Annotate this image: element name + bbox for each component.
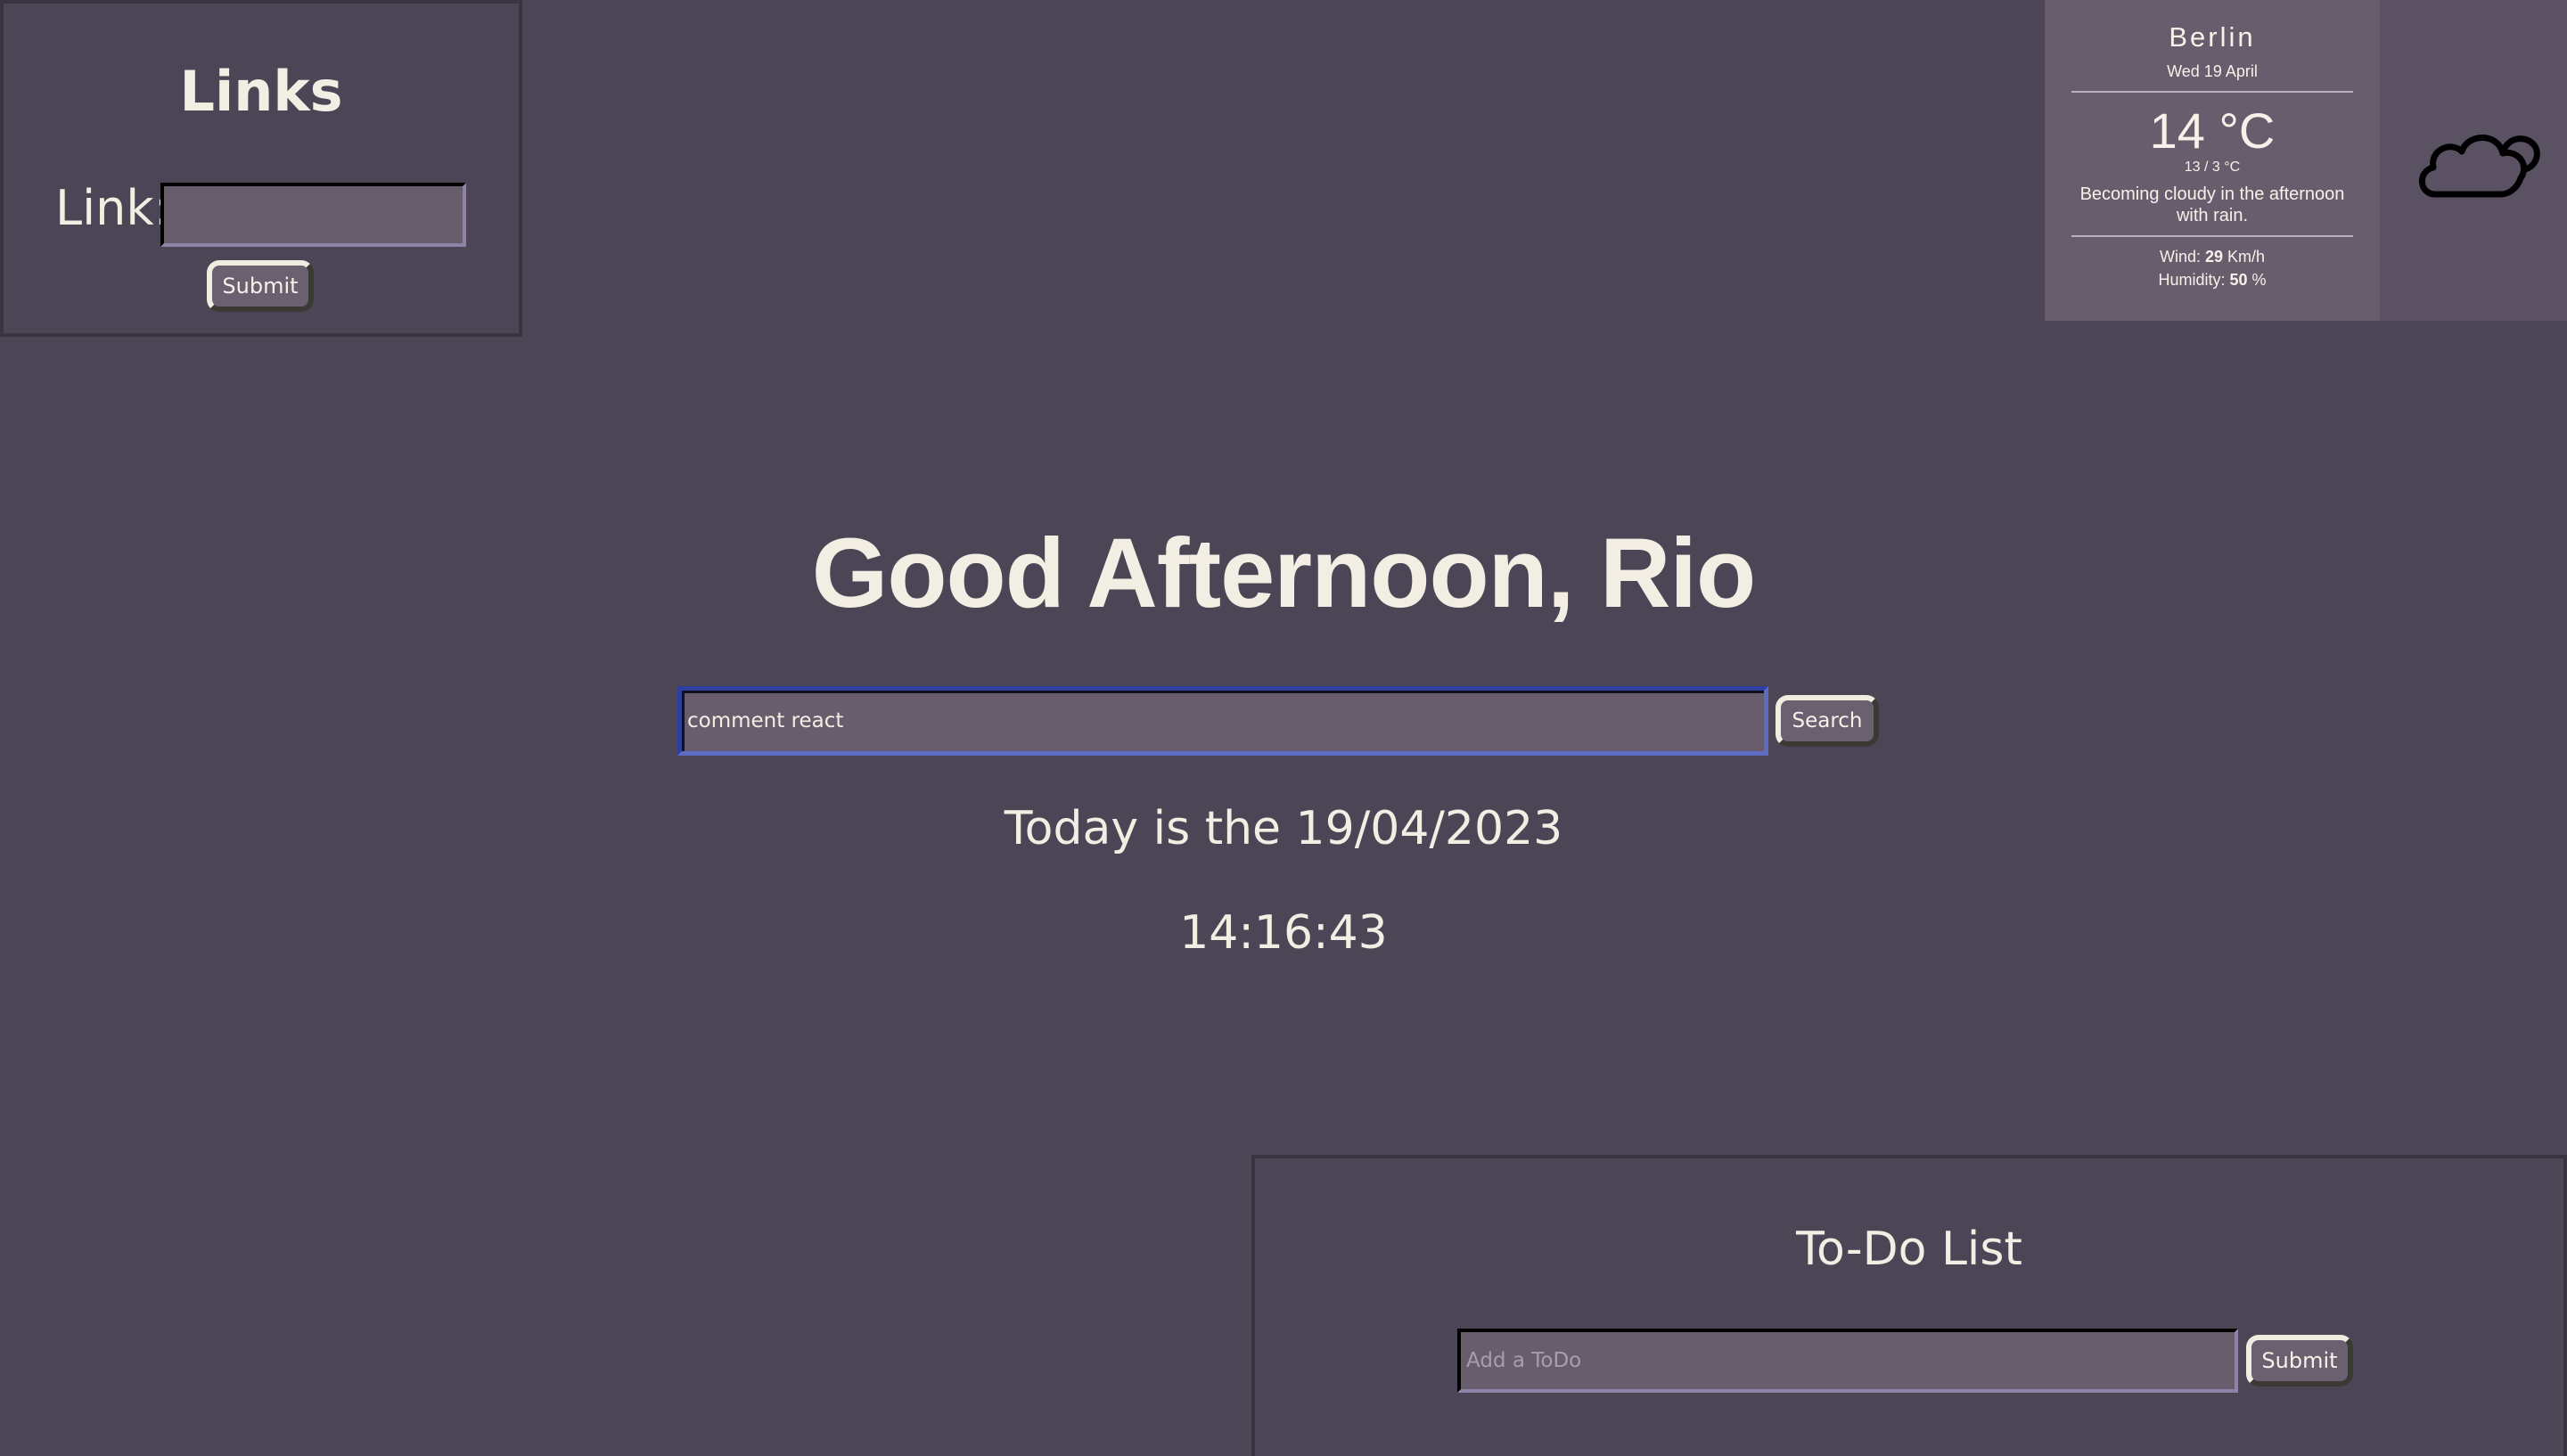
weather-card: Berlin Wed 19 April 14 °C 13 / 3 °C Beco… bbox=[2045, 0, 2380, 321]
search-input[interactable] bbox=[677, 686, 1768, 756]
link-input[interactable] bbox=[160, 183, 466, 247]
link-submit-button[interactable]: Submit bbox=[207, 260, 314, 312]
link-label: Link: bbox=[55, 180, 170, 236]
cloud-icon bbox=[2419, 135, 2540, 198]
weather-icon-panel bbox=[2380, 0, 2567, 321]
today-date-text: Today is the 19/04/2023 bbox=[1004, 802, 1563, 855]
weather-date: Wed 19 April bbox=[2167, 62, 2258, 80]
weather-wind: Wind: 29 Km/h bbox=[2045, 248, 2380, 266]
wind-label: Wind: bbox=[2159, 248, 2201, 266]
greeting-heading: Good Afternoon, Rio bbox=[811, 519, 1756, 628]
humidity-unit: % bbox=[2251, 271, 2267, 289]
weather-min-max: 13 / 3 °C bbox=[2184, 160, 2241, 175]
wind-unit: Km/h bbox=[2227, 248, 2266, 266]
humidity-value: 50 bbox=[2229, 271, 2248, 289]
weather-divider-bottom bbox=[2071, 235, 2353, 237]
todo-title: To-Do List bbox=[1796, 1223, 2022, 1276]
links-title: Links bbox=[179, 59, 343, 124]
weather-city: Berlin bbox=[2169, 21, 2256, 53]
todo-submit-button[interactable]: Submit bbox=[2246, 1335, 2353, 1386]
wind-value: 29 bbox=[2204, 248, 2224, 266]
weather-description: Becoming cloudy in the afternoon with ra… bbox=[2079, 184, 2345, 225]
todo-input[interactable] bbox=[1457, 1329, 2238, 1393]
weather-temperature: 14 °C bbox=[2149, 102, 2276, 159]
weather-humidity: Humidity: 50 % bbox=[2045, 271, 2380, 290]
humidity-label: Humidity: bbox=[2158, 271, 2226, 289]
weather-divider-top bbox=[2071, 91, 2353, 93]
todo-panel: To-Do List bbox=[1251, 1155, 2567, 1456]
clock-text: 14:16:43 bbox=[1179, 906, 1388, 960]
search-button[interactable]: Search bbox=[1776, 695, 1879, 747]
